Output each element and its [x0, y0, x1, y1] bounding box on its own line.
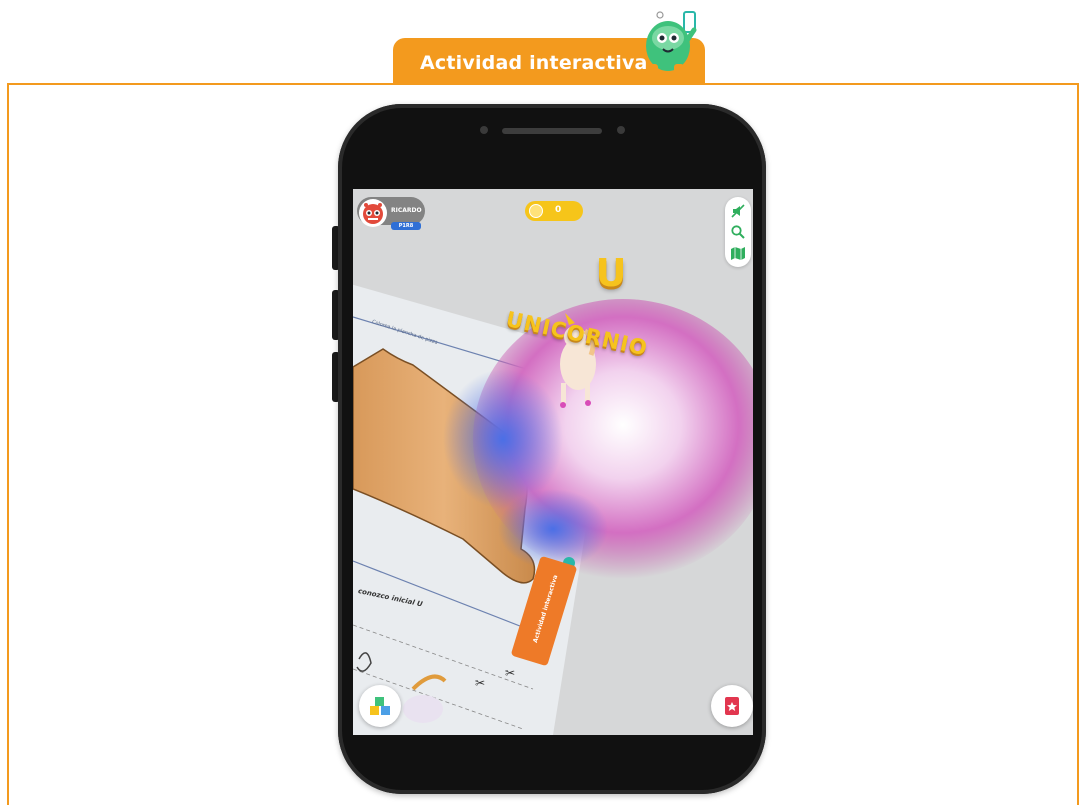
- mute-icon[interactable]: [730, 203, 746, 219]
- card-button[interactable]: [711, 685, 753, 727]
- green-robot-mascot-icon: [646, 11, 697, 74]
- ar-camera-view: ✂ ✂: [353, 189, 753, 735]
- user-profile-pill[interactable]: RICARDO: [357, 197, 425, 227]
- card-icon: [725, 697, 739, 715]
- tool-bar: [725, 197, 751, 267]
- user-name: RICARDO: [391, 207, 422, 214]
- ar-screen[interactable]: ✂ ✂ Colorea la plancha de pizza conozco …: [353, 189, 753, 735]
- user-avatar[interactable]: [359, 199, 387, 227]
- toy-blocks-icon: [370, 697, 390, 715]
- map-icon[interactable]: [730, 245, 746, 261]
- activity-tab-label: Actividad interactiva: [420, 52, 648, 74]
- user-level-badge: P1R8: [391, 222, 421, 230]
- phone-sensor-left: [480, 126, 488, 134]
- search-icon[interactable]: [730, 224, 746, 240]
- coin-icon: [529, 204, 543, 218]
- phone-speaker: [502, 128, 602, 134]
- toy-blocks-button[interactable]: [359, 685, 401, 727]
- ar-letter: U: [595, 251, 627, 295]
- phone-camera: [617, 126, 625, 134]
- svg-text:✂: ✂: [475, 676, 485, 690]
- svg-text:✂: ✂: [505, 666, 515, 680]
- robot-avatar-icon: [363, 203, 383, 224]
- coin-count: 0: [555, 205, 562, 215]
- coin-counter: 0: [525, 201, 583, 221]
